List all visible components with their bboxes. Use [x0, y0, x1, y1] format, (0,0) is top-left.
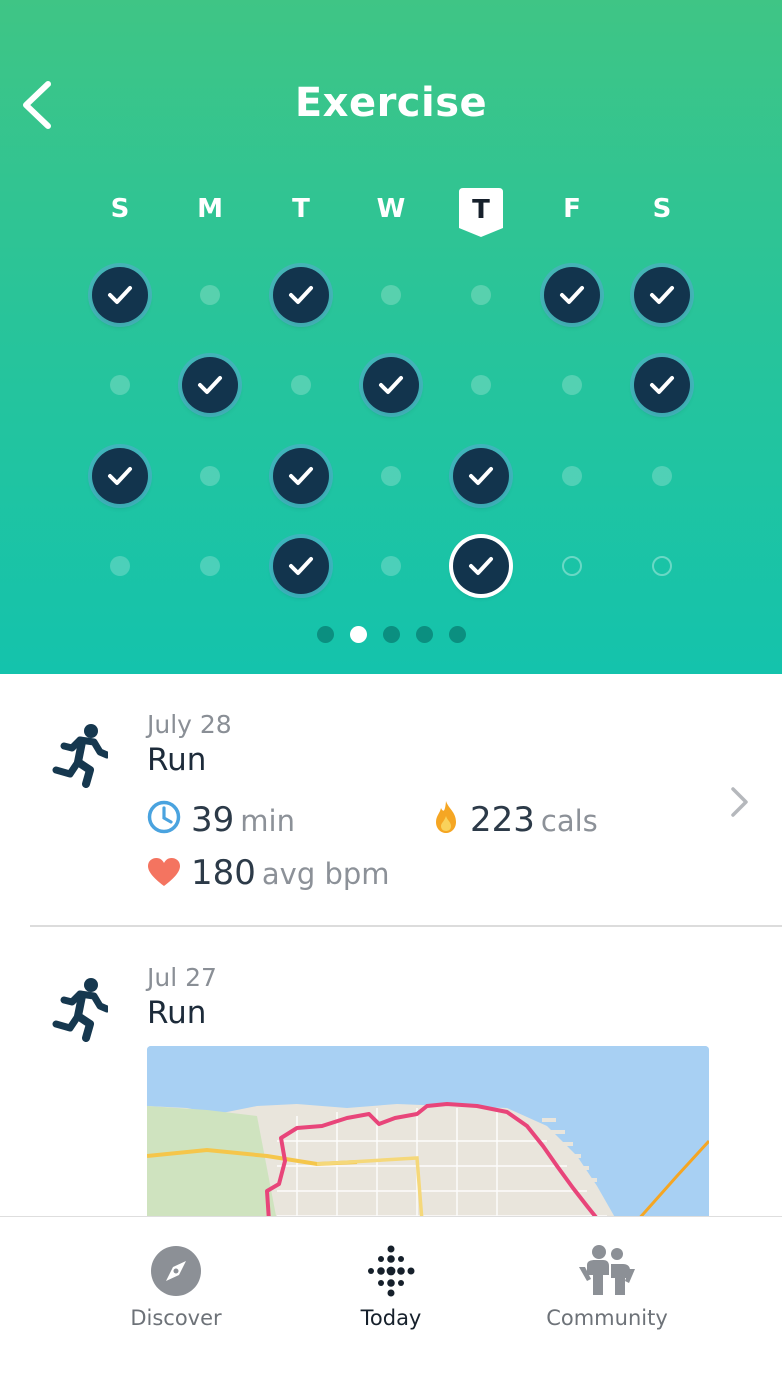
day-check[interactable]	[273, 448, 329, 504]
fitbit-dots-icon	[368, 1245, 415, 1297]
day-empty[interactable]	[652, 466, 672, 486]
weekday-label: W	[376, 194, 406, 224]
day-check[interactable]	[92, 448, 148, 504]
activity-name: Run	[147, 995, 207, 1031]
page-dot[interactable]	[382, 626, 400, 643]
calories-unit: cals	[540, 804, 598, 838]
duration-stat: 39 min	[147, 800, 295, 840]
day-empty[interactable]	[471, 375, 491, 395]
day-empty[interactable]	[381, 285, 401, 305]
day-empty[interactable]	[471, 285, 491, 305]
weekday-label: F	[563, 194, 581, 224]
activity-date: Jul 27	[147, 963, 217, 992]
tab-community-label: Community	[546, 1306, 668, 1330]
heart-icon	[148, 858, 180, 886]
page-title: Exercise	[294, 80, 488, 126]
heart-rate-stat: 180 avg bpm	[147, 853, 390, 893]
route-map[interactable]	[147, 1046, 709, 1221]
day-empty[interactable]	[381, 466, 401, 486]
day-empty[interactable]	[562, 466, 582, 486]
day-check-today[interactable]	[453, 538, 509, 594]
day-empty[interactable]	[200, 285, 220, 305]
weekday-label: T	[292, 194, 310, 224]
checkmark-icon	[469, 467, 493, 485]
duration-unit: min	[240, 804, 295, 838]
tab-today[interactable]: Today	[291, 1217, 491, 1391]
day-check[interactable]	[634, 267, 690, 323]
bpm-value: 180	[191, 853, 256, 893]
checkmark-icon	[289, 467, 313, 485]
day-empty[interactable]	[562, 375, 582, 395]
calories-value: 223	[470, 800, 535, 840]
day-check[interactable]	[273, 267, 329, 323]
tab-today-label: Today	[360, 1306, 422, 1330]
page-dot[interactable]	[448, 626, 466, 643]
page-indicator	[0, 626, 782, 644]
checkmark-icon	[650, 376, 674, 394]
clock-icon	[147, 800, 181, 834]
duration-value: 39	[191, 800, 235, 840]
page-dot[interactable]	[349, 626, 367, 643]
checkmark-icon	[650, 286, 674, 304]
flame-icon	[436, 801, 456, 833]
day-check[interactable]	[363, 357, 419, 413]
checkmark-icon	[560, 286, 584, 304]
day-check[interactable]	[92, 267, 148, 323]
day-future[interactable]	[562, 556, 582, 576]
checkmark-icon	[198, 376, 222, 394]
tab-community[interactable]: Community	[507, 1217, 707, 1391]
page-dot[interactable]	[415, 626, 433, 643]
checkmark-icon	[108, 286, 132, 304]
day-empty[interactable]	[381, 556, 401, 576]
checkmark-icon	[108, 467, 132, 485]
page-dot[interactable]	[316, 626, 334, 643]
running-person-icon	[52, 724, 108, 788]
day-empty[interactable]	[291, 375, 311, 395]
day-future[interactable]	[652, 556, 672, 576]
community-people-icon	[579, 1245, 635, 1295]
day-empty[interactable]	[110, 556, 130, 576]
day-check[interactable]	[544, 267, 600, 323]
weekday-label: S	[110, 194, 130, 224]
compass-icon	[151, 1246, 201, 1296]
calories-stat: 223 cals	[432, 800, 598, 840]
bpm-unit: avg bpm	[261, 857, 390, 891]
weekday-label-selected: T	[459, 188, 503, 238]
list-divider	[30, 925, 782, 927]
checkmark-icon	[379, 376, 403, 394]
day-empty[interactable]	[200, 466, 220, 486]
day-empty[interactable]	[110, 375, 130, 395]
running-person-icon	[52, 978, 108, 1042]
day-check[interactable]	[453, 448, 509, 504]
checkmark-icon	[469, 557, 493, 575]
checkmark-icon	[289, 557, 313, 575]
activity-name: Run	[147, 742, 207, 778]
tab-discover[interactable]: Discover	[76, 1217, 276, 1391]
checkmark-icon	[289, 286, 313, 304]
route-map-image	[147, 1046, 709, 1221]
day-empty[interactable]	[200, 556, 220, 576]
weekday-label: M	[197, 194, 223, 224]
day-check[interactable]	[273, 538, 329, 594]
chevron-right-icon[interactable]	[726, 786, 752, 818]
bottom-nav: Discover Today Community	[0, 1216, 782, 1391]
day-check[interactable]	[634, 357, 690, 413]
day-check[interactable]	[182, 357, 238, 413]
exercise-header: Exercise S M T W T F S	[0, 0, 782, 674]
weekday-letter: T	[472, 195, 490, 225]
activity-date: July 28	[147, 710, 232, 739]
tab-discover-label: Discover	[130, 1306, 222, 1330]
weekday-label: S	[652, 194, 672, 224]
